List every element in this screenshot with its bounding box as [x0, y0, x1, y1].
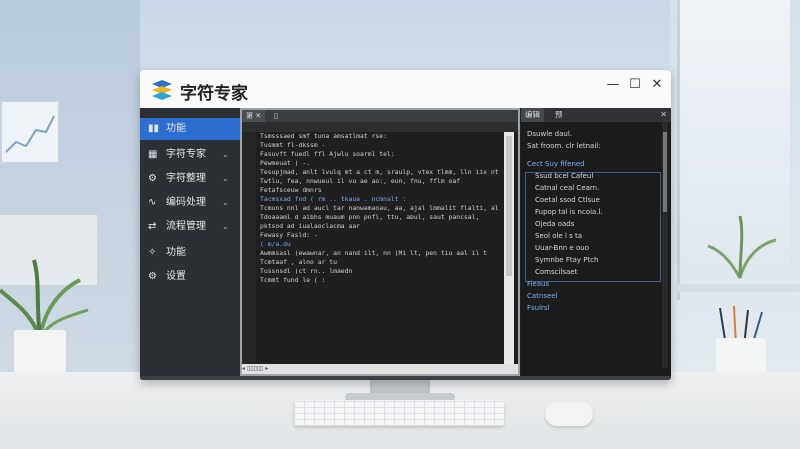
gear-icon: ⚙ — [148, 271, 157, 282]
chevron-down-icon: ⌄ — [222, 222, 229, 231]
sidebar-item-label: 编码处理 — [166, 197, 206, 208]
panel-text-line: Dsuwle daul. — [527, 130, 573, 138]
panel-scrollbar-thumb[interactable] — [663, 132, 667, 212]
sliders-icon: ⚙ — [148, 173, 157, 184]
editor-tab-2[interactable]: ▯ — [270, 110, 282, 122]
editor-toolbar — [242, 122, 518, 132]
code-line: Tcmtaaf , alno ar tu — [260, 258, 337, 266]
grid-icon: ▦ — [148, 149, 158, 160]
code-line: pktsod ad iualaoclacma aar — [260, 222, 361, 230]
app-title: 字符专家 — [180, 84, 248, 104]
code-line: Tusmmt fl-dkssm - — [260, 141, 326, 149]
sidebar-item[interactable]: ▮▮ 功能 — [140, 118, 240, 140]
panel-text-line: Fupop tal is ncoia.l. — [535, 208, 603, 216]
maximize-button[interactable]: ☐ — [624, 74, 646, 96]
puzzle-icon: ✧ — [148, 247, 157, 258]
code-line: Tdoaaaml d aibhs muaum pnn pnfl, ttu, ab… — [260, 213, 480, 221]
code-line: Tsmsssaed smf tuna amsatlmat rse: — [260, 132, 387, 140]
sidebar-item[interactable]: ⚙ 字符整理 ⌄ — [140, 168, 240, 190]
code-editor[interactable]: 第 ✕ ▯ Tsmsssaed smf tuna amsatlmat rse: … — [240, 108, 520, 376]
panel-text-line[interactable]: Catnseel — [527, 292, 558, 300]
panel-text-line: Seol ole l s ta — [535, 232, 583, 240]
panel-text-line: Uuar-Bnn e ouo — [535, 244, 589, 252]
code-line: Twtlu, fea, nnwueul il vu ae ao:, eun, f… — [260, 177, 461, 185]
chevron-down-icon: ⌄ — [222, 150, 229, 159]
keyboard — [294, 400, 504, 426]
background-plant-icon — [707, 215, 777, 279]
code-line: ( m/a.du — [260, 240, 291, 248]
sidebar-item[interactable]: ✧ 功能 — [140, 242, 240, 264]
editor-horizontal-scrollbar[interactable]: ◂ ▯▯▯▯▯ ▸ — [242, 364, 518, 374]
chevron-down-icon: ⌄ — [222, 198, 229, 207]
sidebar-item[interactable]: ∿ 编码处理 ⌄ — [140, 192, 240, 214]
editor-vertical-scrollbar[interactable] — [504, 132, 514, 364]
panel-text-line: Sat froom. clr letnail: — [527, 142, 601, 150]
scrollbar-thumb[interactable] — [506, 136, 512, 276]
panel-text-line: Comscilsaet — [535, 268, 578, 276]
sidebar: ▮▮ 功能 ▦ 字符专家 ⌄ ⚙ 字符整理 ⌄ ∿ 编码处理 ⌄ ⇄ 流程管理 ⌄ ✧ 功能 ⚙ 设置 — [140, 108, 240, 380]
panel-text-line: Ssud bcel Cafeul — [535, 172, 594, 180]
editor-tab-bar: 第 ✕ ▯ — [242, 110, 518, 122]
editor-tab-1[interactable]: 第 ✕ — [242, 110, 266, 122]
panel-text-line: Coetal ssod Ctlsue — [535, 196, 600, 204]
code-line: Pewmeuat ( -. — [260, 159, 311, 167]
code-line: Fewasy Fasld: - — [260, 231, 318, 239]
sidebar-item[interactable]: ⇄ 流程管理 ⌄ — [140, 216, 240, 238]
panel-text-line[interactable]: Fsulrsl — [527, 304, 550, 312]
preview-panel: 编辑 预 ✕ Dsuwle daul. Sat froom. clr letnai… — [521, 108, 671, 376]
panel-close-icon[interactable]: ✕ — [660, 108, 667, 122]
editor-gutter — [242, 132, 256, 364]
code-line: Tcmuns nnl ad aucl tar nanwamaoau, aa, a… — [260, 204, 500, 212]
sidebar-item-label: 功能 — [166, 123, 186, 134]
sidebar-item-label: 字符专家 — [166, 149, 206, 160]
app-logo-icon — [152, 80, 172, 100]
title-bar: 字符专家 — ☐ ✕ — [140, 70, 671, 108]
code-line: Tesupjmad, anlt lvulq mt a ct m, sraulp,… — [260, 168, 499, 176]
background-shelf — [676, 284, 800, 292]
panel-scrollbar[interactable] — [662, 122, 668, 368]
sidebar-item-label: 字符整理 — [166, 173, 206, 184]
mouse — [545, 402, 593, 426]
sidebar-item[interactable]: ▦ 字符专家 ⌄ — [140, 144, 240, 166]
bar-chart-icon: ▮▮ — [148, 123, 160, 134]
sidebar-item-label: 功能 — [166, 247, 186, 258]
panel-tab-preview[interactable]: 预 — [551, 108, 567, 122]
sidebar-item-label: 设置 — [166, 271, 186, 282]
panel-text-line[interactable]: Cect Suy fifened — [527, 160, 585, 168]
panel-text-line: Symnbe Ftay Ptch — [535, 256, 599, 264]
status-bar — [140, 376, 671, 380]
app-window: 字符专家 — ☐ ✕ ▮▮ 功能 ▦ 字符专家 ⌄ ⚙ 字符整理 ⌄ ∿ 编码处理 ⌄ ⇄ 流程管理 ⌄ ✧… — [140, 70, 671, 380]
sidebar-item[interactable]: ⚙ 设置 — [140, 266, 240, 288]
code-line: Fetafsceuw dmnrs — [260, 186, 322, 194]
code-line: Tacmsxad fnd ( rm .. tkaua . ncmnalt : — [260, 195, 407, 203]
close-button[interactable]: ✕ — [646, 74, 668, 96]
plant-leaves-icon — [0, 259, 89, 339]
panel-text-line[interactable]: Fieaus — [527, 280, 549, 288]
panel-text-line: Ojeda oads — [535, 220, 575, 228]
panel-text-line: Catnal ceal Cearn. — [535, 184, 600, 192]
chevron-down-icon: ⌄ — [222, 174, 229, 183]
sidebar-item-label: 流程管理 — [166, 221, 206, 232]
code-content[interactable]: Tsmsssaed smf tuna amsatlmat rse: Tusmmt… — [260, 132, 500, 285]
code-line: Tussnsdl (ct rn.. lmaedn — [260, 267, 353, 275]
panel-tab-bar: 编辑 预 ✕ — [521, 108, 671, 122]
wall-chart-poster — [0, 100, 60, 164]
minimize-button[interactable]: — — [602, 74, 624, 96]
panel-tab-edit[interactable]: 编辑 — [521, 108, 544, 122]
code-line: Awmmsasl (ewawnar, an nand ilt, nn (Mi l… — [260, 249, 488, 257]
wave-icon: ∿ — [148, 197, 157, 208]
code-line: Tcmmt fund le ( : — [260, 276, 326, 284]
code-line: Fasuvft fuedl ffl Ajwlu soarml tel: — [260, 150, 395, 158]
flow-icon: ⇄ — [148, 221, 157, 232]
